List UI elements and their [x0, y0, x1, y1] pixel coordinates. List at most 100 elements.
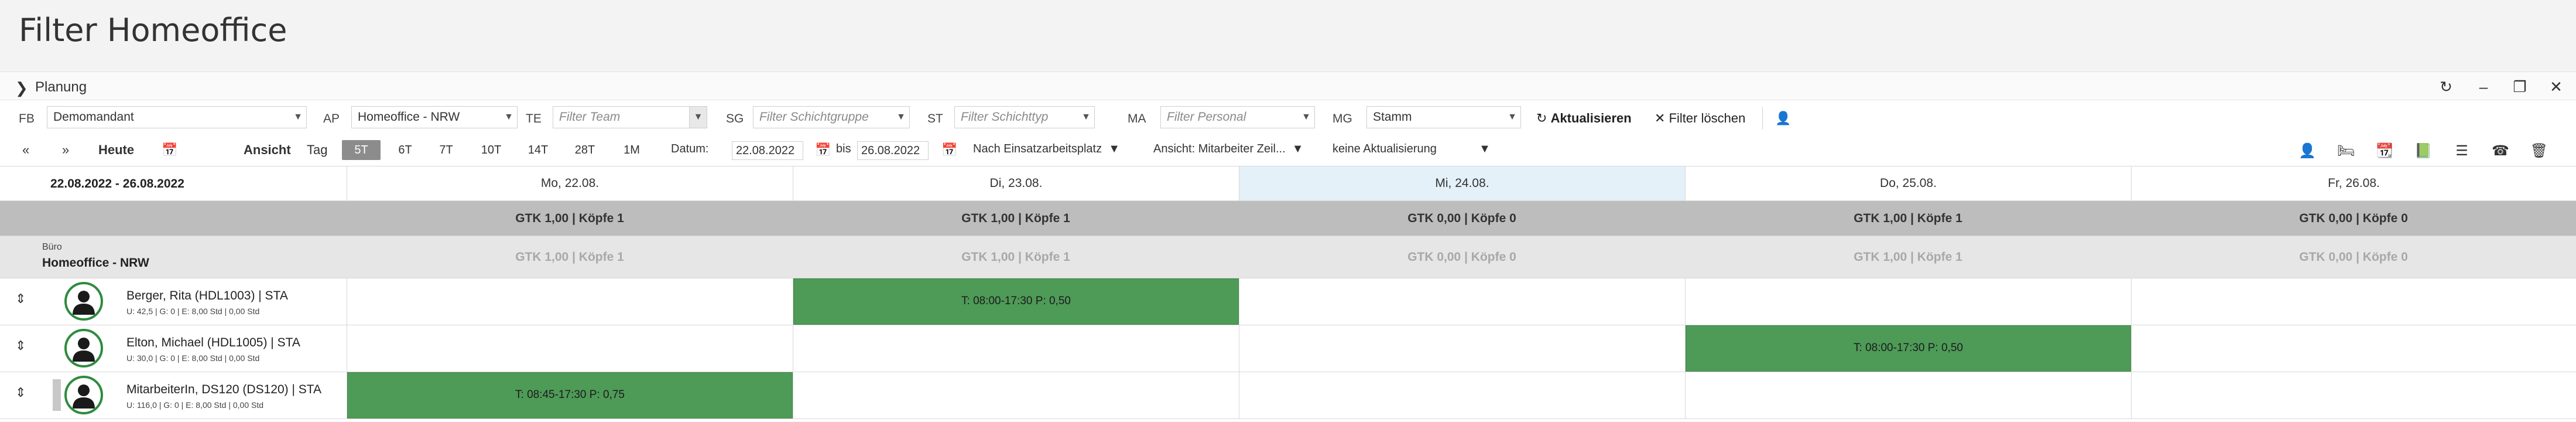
export-icon[interactable]: 📗 — [2413, 142, 2433, 160]
employee-row: ⇕ Elton, Michael (HDL1005) | STA U: 30,0… — [0, 325, 2576, 372]
clear-filter-button[interactable]: ✕ Filter löschen — [1654, 108, 1745, 128]
employee-name[interactable]: Elton, Michael (HDL1005) | STA — [126, 336, 300, 350]
segment-10t[interactable]: 10T — [472, 140, 511, 160]
trash-icon[interactable]: 🗑 — [2529, 142, 2549, 160]
te-placeholder: Filter Team — [559, 110, 621, 124]
st-label: ST — [927, 112, 943, 125]
phone-icon[interactable]: ☎ — [2491, 142, 2510, 160]
day-cell[interactable] — [2131, 278, 2576, 325]
day-cell[interactable]: T: 08:00-17:30 P: 0,50 — [1685, 325, 2131, 372]
prev-button[interactable]: « — [22, 142, 29, 158]
sg-select[interactable]: Filter Schichtgruppe ▼ — [753, 106, 910, 128]
panel-header[interactable]: ❯ Planung ↻ – ❐ ✕ — [0, 72, 2576, 100]
expand-icon[interactable]: ⇕ — [15, 385, 26, 400]
group-total-fri: GTK 0,00 | Köpfe 0 — [2299, 250, 2408, 264]
chevron-down-icon: ▼ — [1081, 112, 1091, 122]
st-placeholder: Filter Schichttyp — [961, 110, 1049, 124]
mg-select[interactable]: Stamm ▼ — [1366, 106, 1521, 128]
segment-1m[interactable]: 1M — [612, 140, 651, 160]
employee-name[interactable]: MitarbeiterIn, DS120 (DS120) | STA — [126, 383, 321, 397]
day-cell[interactable]: T: 08:00-17:30 P: 0,50 — [793, 278, 1239, 325]
today-button[interactable]: Heute — [98, 142, 134, 158]
employee-name[interactable]: Berger, Rita (HDL1003) | STA — [126, 289, 288, 303]
fb-label: FB — [19, 112, 35, 125]
day-cell[interactable] — [1239, 278, 1685, 325]
calendar-icon[interactable]: 📅 — [941, 142, 957, 158]
employee-row: ⇕ Berger, Rita (HDL1003) | STA U: 42,5 |… — [0, 278, 2576, 325]
ma-select[interactable]: Filter Personal ▼ — [1160, 106, 1315, 128]
day-header-wed[interactable]: Mi, 24.08. — [1239, 166, 1685, 200]
sort-value: Nach Einsatzarbeitsplatz — [973, 142, 1102, 155]
sort-select[interactable]: Nach Einsatzarbeitsplatz ▼ — [973, 142, 1120, 156]
view-select[interactable]: Ansicht: Mitarbeiter Zeil... ▼ — [1153, 142, 1304, 156]
total-mon: GTK 1,00 | Köpfe 1 — [515, 212, 624, 225]
employee-row: ⇕ MitarbeiterIn, DS120 (DS120) | STA U: … — [0, 372, 2576, 419]
next-button[interactable]: » — [62, 142, 69, 158]
refresh-button[interactable]: ↻ Aktualisieren — [1536, 108, 1632, 128]
day-cell[interactable] — [1685, 278, 2131, 325]
fb-select[interactable]: Demomandant ▼ — [47, 106, 307, 128]
page-title: Filter Homeoffice — [19, 12, 287, 49]
bed-icon[interactable]: 🛏 — [2336, 142, 2356, 160]
day-header-mon[interactable]: Mo, 22.08. — [347, 166, 793, 200]
segment-6t[interactable]: 6T — [389, 140, 422, 160]
day-cell[interactable] — [2131, 325, 2576, 372]
date-from-input[interactable]: 22.08.2022 — [732, 141, 803, 160]
ap-value: Homeoffice - NRW — [358, 110, 460, 124]
assign-user-icon[interactable]: 👤 — [2297, 142, 2317, 160]
expand-icon[interactable]: ⇕ — [15, 291, 26, 307]
day-tab[interactable]: Tag — [307, 142, 327, 158]
te-label: TE — [526, 112, 542, 125]
view-toolbar: « » Heute 📅 Ansicht Tag 5T 6T 7T 10T 14T… — [0, 135, 2576, 166]
chevron-down-icon: ▼ — [689, 107, 707, 128]
day-cell[interactable]: T: 08:45-17:30 P: 0,75 — [347, 372, 793, 418]
day-cell[interactable] — [1239, 372, 1685, 418]
shift-block[interactable]: T: 08:00-17:30 P: 0,50 — [793, 278, 1239, 325]
group-total-wed: GTK 0,00 | Köpfe 0 — [1407, 250, 1516, 264]
st-select[interactable]: Filter Schichttyp ▼ — [954, 106, 1095, 128]
shift-block[interactable]: T: 08:45-17:30 P: 0,75 — [347, 372, 793, 418]
close-icon[interactable]: ✕ — [2546, 77, 2567, 97]
avatar — [64, 329, 103, 367]
restore-icon[interactable]: ❐ — [2509, 77, 2530, 97]
update-select[interactable]: keine Aktualisierung ▼ — [1332, 142, 1491, 156]
calendar-icon[interactable]: 📅 — [162, 142, 177, 158]
user-settings-icon[interactable]: 👤 — [1775, 108, 1791, 128]
calendar-icon[interactable]: 📅 — [815, 142, 831, 158]
chevron-down-icon: ▼ — [896, 112, 906, 122]
day-cell[interactable] — [793, 372, 1239, 418]
segment-5t[interactable]: 5T — [342, 140, 381, 160]
day-cell[interactable] — [347, 325, 793, 372]
minimize-icon[interactable]: – — [2473, 77, 2494, 97]
segment-7t[interactable]: 7T — [430, 140, 463, 160]
ap-select[interactable]: Homeoffice - NRW ▼ — [351, 106, 518, 128]
chevron-down-icon: ▼ — [1301, 112, 1311, 122]
menu-icon[interactable]: ☰ — [2452, 142, 2472, 160]
date-label: Datum: — [671, 142, 709, 155]
bis-label: bis — [836, 142, 851, 155]
chevron-right-icon[interactable]: ❯ — [15, 79, 28, 97]
day-cell[interactable] — [2131, 372, 2576, 418]
day-cell[interactable] — [1685, 372, 2131, 418]
refresh-small-icon[interactable]: ↻ — [2435, 77, 2457, 97]
te-select[interactable]: Filter Team ▼ — [553, 106, 707, 128]
day-header-fri[interactable]: Fr, 26.08. — [2131, 166, 2576, 200]
calendar-check-icon[interactable]: 📆 — [2375, 142, 2395, 160]
segment-14t[interactable]: 14T — [519, 140, 557, 160]
group-name: Homeoffice - NRW — [42, 256, 149, 270]
date-to-input[interactable]: 26.08.2022 — [857, 141, 929, 160]
group-total-tue: GTK 1,00 | Köpfe 1 — [961, 250, 1070, 264]
group-total-mon: GTK 1,00 | Köpfe 1 — [515, 250, 624, 264]
group-row: Büro Homeoffice - NRW GTK 1,00 | Köpfe 1… — [0, 236, 2576, 278]
day-cell[interactable] — [793, 325, 1239, 372]
shift-block[interactable]: T: 08:00-17:30 P: 0,50 — [1686, 325, 2131, 372]
employee-meta: U: 42,5 | G: 0 | E: 8,00 Std | 0,00 Std — [126, 307, 260, 316]
day-cell[interactable] — [347, 278, 793, 325]
expand-icon[interactable]: ⇕ — [15, 338, 26, 353]
segment-28t[interactable]: 28T — [566, 140, 604, 160]
day-cell[interactable] — [1239, 325, 1685, 372]
view-label: Ansicht — [244, 142, 291, 157]
day-header-tue[interactable]: Di, 23.08. — [793, 166, 1239, 200]
day-header-thu[interactable]: Do, 25.08. — [1685, 166, 2131, 200]
total-tue: GTK 1,00 | Köpfe 1 — [961, 212, 1070, 225]
